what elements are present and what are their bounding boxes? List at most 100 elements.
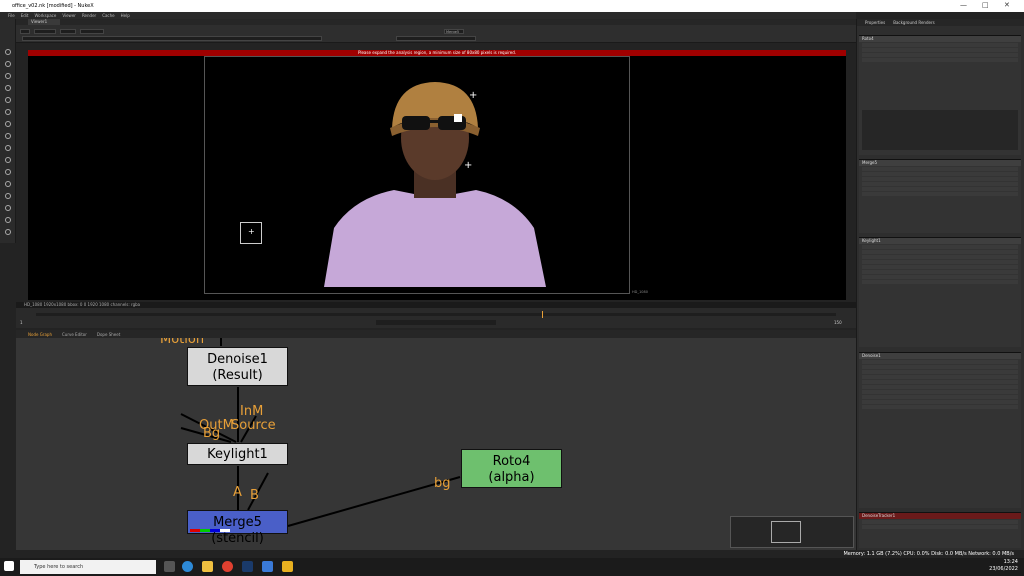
playback-controls[interactable] <box>376 320 496 325</box>
windows-taskbar: Type here to search 13:24 23/06/2022 <box>0 558 1024 576</box>
merge-input-select[interactable]: Merge5 <box>444 29 464 34</box>
subject-image: + + <box>324 82 546 287</box>
minimap-viewport[interactable] <box>771 521 801 543</box>
maximize-icon[interactable]: □ <box>982 1 989 9</box>
end-frame[interactable]: 150 <box>834 320 842 325</box>
taskbar-clock[interactable]: 13:24 23/06/2022 <box>989 559 1018 573</box>
roto-node[interactable]: Roto4 (alpha) <box>461 449 562 488</box>
keylight-node[interactable]: Keylight1 <box>187 443 288 465</box>
merge-b-label: B <box>250 488 259 503</box>
photoshop-icon[interactable] <box>242 561 253 572</box>
node-graph-minimap[interactable] <box>730 516 854 548</box>
edge-icon[interactable] <box>182 561 193 572</box>
image-tool-icon[interactable] <box>5 49 11 55</box>
roto-node-title: Roto4 <box>492 454 531 469</box>
playhead[interactable] <box>542 311 543 318</box>
time-tool-icon[interactable] <box>5 73 11 79</box>
keyer-tool-icon[interactable] <box>5 121 11 127</box>
menu-render[interactable]: Render <box>82 13 96 18</box>
roto-curves-list[interactable] <box>862 110 1018 150</box>
other-tool-icon[interactable] <box>5 217 11 223</box>
menu-cache[interactable]: Cache <box>102 13 114 18</box>
denoise-tracker-title: DenoiseTracker1 <box>859 513 1021 519</box>
properties-panel: Properties Background Renders Roto4 Merg… <box>856 19 1024 550</box>
merge-properties-title: Merge5 <box>859 160 1021 166</box>
filter-tool-icon[interactable] <box>5 109 11 115</box>
source-label: Source <box>231 418 276 433</box>
roto-properties-title: Roto4 <box>859 36 1021 42</box>
clock-date: 23/06/2022 <box>989 566 1018 572</box>
start-icon[interactable] <box>4 561 14 571</box>
display-select[interactable] <box>80 29 104 34</box>
merge-node[interactable]: Merge5 (stencil) <box>187 510 288 546</box>
svg-text:+: + <box>464 160 472 171</box>
file-explorer-icon[interactable] <box>202 561 213 572</box>
merge-properties: Merge5 <box>859 159 1021 233</box>
inm-label: InM <box>240 404 264 419</box>
viewer-settings-row[interactable] <box>22 36 322 41</box>
tab-curve-editor[interactable]: Curve Editor <box>62 332 87 337</box>
denoise-node-subtitle: (Result) <box>212 368 263 383</box>
node-graph[interactable]: Motion Denoise1 (Result) InM Source OutM… <box>16 338 856 550</box>
roto-bg-label: bg <box>434 476 451 491</box>
start-frame[interactable]: 1 <box>20 320 23 325</box>
bg-input-label: Bg <box>203 426 221 441</box>
menu-workspace[interactable]: Workspace <box>34 13 56 18</box>
window-title: office_v02.nk [modified] - NukeX <box>12 3 94 9</box>
views-tool-icon[interactable] <box>5 169 11 175</box>
photos-icon[interactable] <box>262 561 273 572</box>
denoise-properties: Denoise1 <box>859 352 1021 508</box>
roto-node-subtitle: (alpha) <box>488 470 535 485</box>
denoise-properties-title: Denoise1 <box>859 353 1021 359</box>
left-toolbar <box>0 19 16 243</box>
motion-label: Motion <box>160 338 205 347</box>
channel-select[interactable] <box>20 29 30 34</box>
node-graph-tabs: Node Graph Curve Editor Dope Sheet <box>16 330 856 338</box>
menu-help[interactable]: Help <box>121 13 130 18</box>
menu-bar: File Edit Workspace Viewer Render Cache … <box>0 12 856 19</box>
transform-tool-icon[interactable] <box>5 145 11 151</box>
tracker-crosshair-icon[interactable] <box>240 222 262 244</box>
timeline[interactable]: 1 100 150 <box>16 308 856 328</box>
chrome-icon[interactable] <box>222 561 233 572</box>
metadata-tool-icon[interactable] <box>5 181 11 187</box>
tab-dope-sheet[interactable]: Dope Sheet <box>97 332 120 337</box>
svg-text:+: + <box>469 90 477 101</box>
status-bar: Memory: 1.1 GB (7.2%) CPU: 0.0% Disk: 0.… <box>0 550 1024 558</box>
draw-tool-icon[interactable] <box>5 61 11 67</box>
menu-file[interactable]: File <box>8 13 15 18</box>
tab-node-graph[interactable]: Node Graph <box>28 332 52 337</box>
gain-gamma-row[interactable] <box>396 36 476 41</box>
viewer-canvas[interactable]: HD_1080 + + <box>28 56 846 300</box>
alpha-select[interactable] <box>60 29 76 34</box>
properties-tabs: Properties Background Renders <box>857 19 1024 26</box>
task-view-icon[interactable] <box>164 561 175 572</box>
clock-time: 13:24 <box>1003 559 1018 565</box>
menu-viewer[interactable]: Viewer <box>62 13 76 18</box>
channel-tool-icon[interactable] <box>5 85 11 91</box>
timeline-ruler[interactable] <box>36 313 836 316</box>
denoise-tracker-properties: DenoiseTracker1 <box>859 512 1021 548</box>
window-title-bar: office_v02.nk [modified] - NukeX — □ ✕ <box>0 0 1024 12</box>
denoise-node[interactable]: Denoise1 (Result) <box>187 347 288 386</box>
keylight-properties-title: Keylight1 <box>859 238 1021 244</box>
nuke-icon[interactable] <box>282 561 293 572</box>
layer-select[interactable] <box>34 29 56 34</box>
menu-edit[interactable]: Edit <box>21 13 29 18</box>
tab-background-renders[interactable]: Background Renders <box>893 19 934 26</box>
close-icon[interactable]: ✕ <box>1004 1 1010 9</box>
help-tool-icon[interactable] <box>5 229 11 235</box>
denoise-node-title: Denoise1 <box>207 352 268 367</box>
roto-properties: Roto4 <box>859 35 1021 155</box>
minimize-icon[interactable]: — <box>960 1 967 9</box>
channel-indicator <box>190 529 230 532</box>
tab-properties[interactable]: Properties <box>865 19 885 26</box>
3d-tool-icon[interactable] <box>5 157 11 163</box>
toolsets-tool-icon[interactable] <box>5 205 11 211</box>
format-label: HD_1080 <box>632 290 648 294</box>
taskbar-search[interactable]: Type here to search <box>20 560 156 574</box>
particles-tool-icon[interactable] <box>5 193 11 199</box>
viewer-toolbar: Merge5 <box>16 25 856 43</box>
color-tool-icon[interactable] <box>5 97 11 103</box>
merge-tool-icon[interactable] <box>5 133 11 139</box>
